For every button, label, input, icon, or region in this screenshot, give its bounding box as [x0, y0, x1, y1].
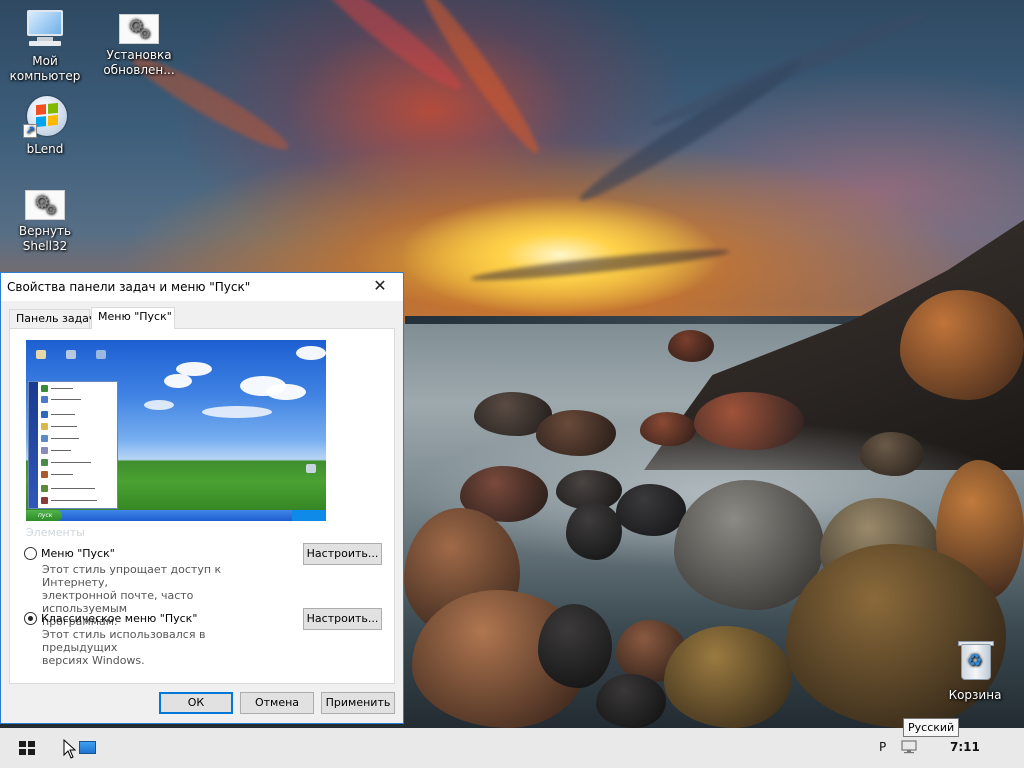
ok-button[interactable]: ОК — [159, 692, 233, 714]
recycle-bin-icon: ♻ — [953, 640, 997, 684]
radio-button[interactable] — [24, 612, 37, 625]
settings-gear-icon: ⚙ ⚙ — [25, 190, 65, 220]
close-button[interactable]: ✕ — [357, 273, 403, 301]
network-icon[interactable] — [901, 740, 919, 754]
tab-start-menu[interactable]: Меню "Пуск" — [91, 307, 175, 329]
wallpaper-rock — [900, 290, 1024, 400]
desktop-icon-label: bLend — [26, 142, 64, 156]
tab-taskbar[interactable]: Панель задач — [9, 309, 95, 328]
description-line: Этот стиль упрощает доступ к Интернету, — [42, 563, 222, 589]
preview-recycle-bin-icon — [306, 464, 316, 473]
desktop-icon-label: Корзина — [948, 688, 1002, 702]
wallpaper-rock — [536, 410, 616, 456]
dialog-title: Свойства панели задач и меню "Пуск" — [7, 280, 251, 294]
start-menu-preview-image: пуск — [26, 340, 326, 521]
wallpaper-cloud — [413, 0, 547, 160]
description-line: Этот стиль использовался в предыдущих — [42, 628, 206, 654]
wallpaper-rock — [538, 604, 612, 688]
tab-panel-start-menu: пуск Элементы Меню "Пуск" Этот стиль упр… — [9, 328, 395, 684]
shortcut-arrow-icon: ↗ — [23, 124, 37, 138]
radio-button[interactable] — [24, 547, 37, 560]
wallpaper-rock — [596, 674, 666, 728]
preview-tray — [292, 510, 326, 521]
wallpaper-cloud — [647, 4, 933, 134]
wallpaper-rock — [860, 432, 924, 476]
preview-classic-start-menu — [28, 381, 118, 509]
wallpaper-cloud — [469, 244, 731, 286]
taskbar-app-window-icon[interactable] — [79, 741, 96, 754]
desktop-icon-recycle-bin[interactable]: ♻ Корзина — [937, 640, 1013, 703]
desktop-icon-my-computer[interactable]: Мой компьютер — [7, 6, 83, 84]
close-icon: ✕ — [373, 276, 387, 295]
start-button[interactable] — [0, 728, 48, 768]
customize-start-menu-button[interactable]: Настроить... — [303, 543, 382, 565]
apply-button[interactable]: Применить — [321, 692, 395, 714]
desktop-icon-label: компьютер — [9, 69, 81, 83]
option-description: Этот стиль использовался в предыдущих ве… — [42, 628, 272, 667]
wallpaper-rock — [566, 502, 622, 560]
desktop-icon-label: Вернуть — [18, 224, 72, 238]
wallpaper-rock — [668, 330, 714, 362]
settings-gear-icon: ⚙ ⚙ — [119, 14, 159, 44]
computer-icon — [23, 6, 67, 50]
wallpaper-rock — [616, 484, 686, 536]
mouse-cursor-icon — [63, 739, 77, 759]
desktop-icon-restore-shell32[interactable]: ⚙ ⚙ Вернуть Shell32 — [7, 182, 83, 254]
customize-classic-menu-button[interactable]: Настроить... — [303, 608, 382, 630]
taskbar: Р 7:11 — [0, 728, 1024, 768]
preview-desktop-icon — [36, 350, 46, 359]
cancel-button[interactable]: Отмена — [240, 692, 314, 714]
preview-start-button: пуск — [26, 510, 62, 521]
preview-desktop-icon — [96, 350, 106, 359]
desktop-icon-label: Мой — [32, 54, 58, 68]
preview-taskbar — [26, 510, 326, 521]
desktop-icon-label: обновлен... — [103, 63, 175, 77]
radio-label: Меню "Пуск" — [41, 547, 115, 560]
wallpaper-rock — [664, 626, 792, 728]
group-label: Элементы — [26, 526, 85, 539]
windows-flag-icon: ↗ — [23, 94, 67, 138]
wallpaper-rock — [694, 392, 804, 450]
language-tooltip: Русский — [903, 718, 960, 737]
language-indicator[interactable]: Р — [879, 740, 886, 754]
preview-desktop-icon — [66, 350, 76, 359]
desktop-icon-label: Установка — [106, 48, 172, 62]
desktop-icon-label: Shell32 — [22, 239, 68, 253]
desktop-icon-install-updates[interactable]: ⚙ ⚙ Установка обновлен... — [101, 6, 177, 78]
wallpaper-rock — [640, 412, 696, 446]
desktop-icon-blend[interactable]: ↗ bLend — [7, 94, 83, 157]
radio-label: Классическое меню "Пуск" — [41, 612, 198, 625]
windows-logo-icon — [19, 741, 35, 755]
taskbar-clock[interactable]: 7:11 — [950, 740, 980, 754]
description-line: версиях Windows. — [42, 654, 145, 667]
taskbar-properties-dialog: Свойства панели задач и меню "Пуск" ✕ Па… — [0, 272, 404, 724]
dialog-titlebar[interactable]: Свойства панели задач и меню "Пуск" ✕ — [1, 273, 403, 301]
